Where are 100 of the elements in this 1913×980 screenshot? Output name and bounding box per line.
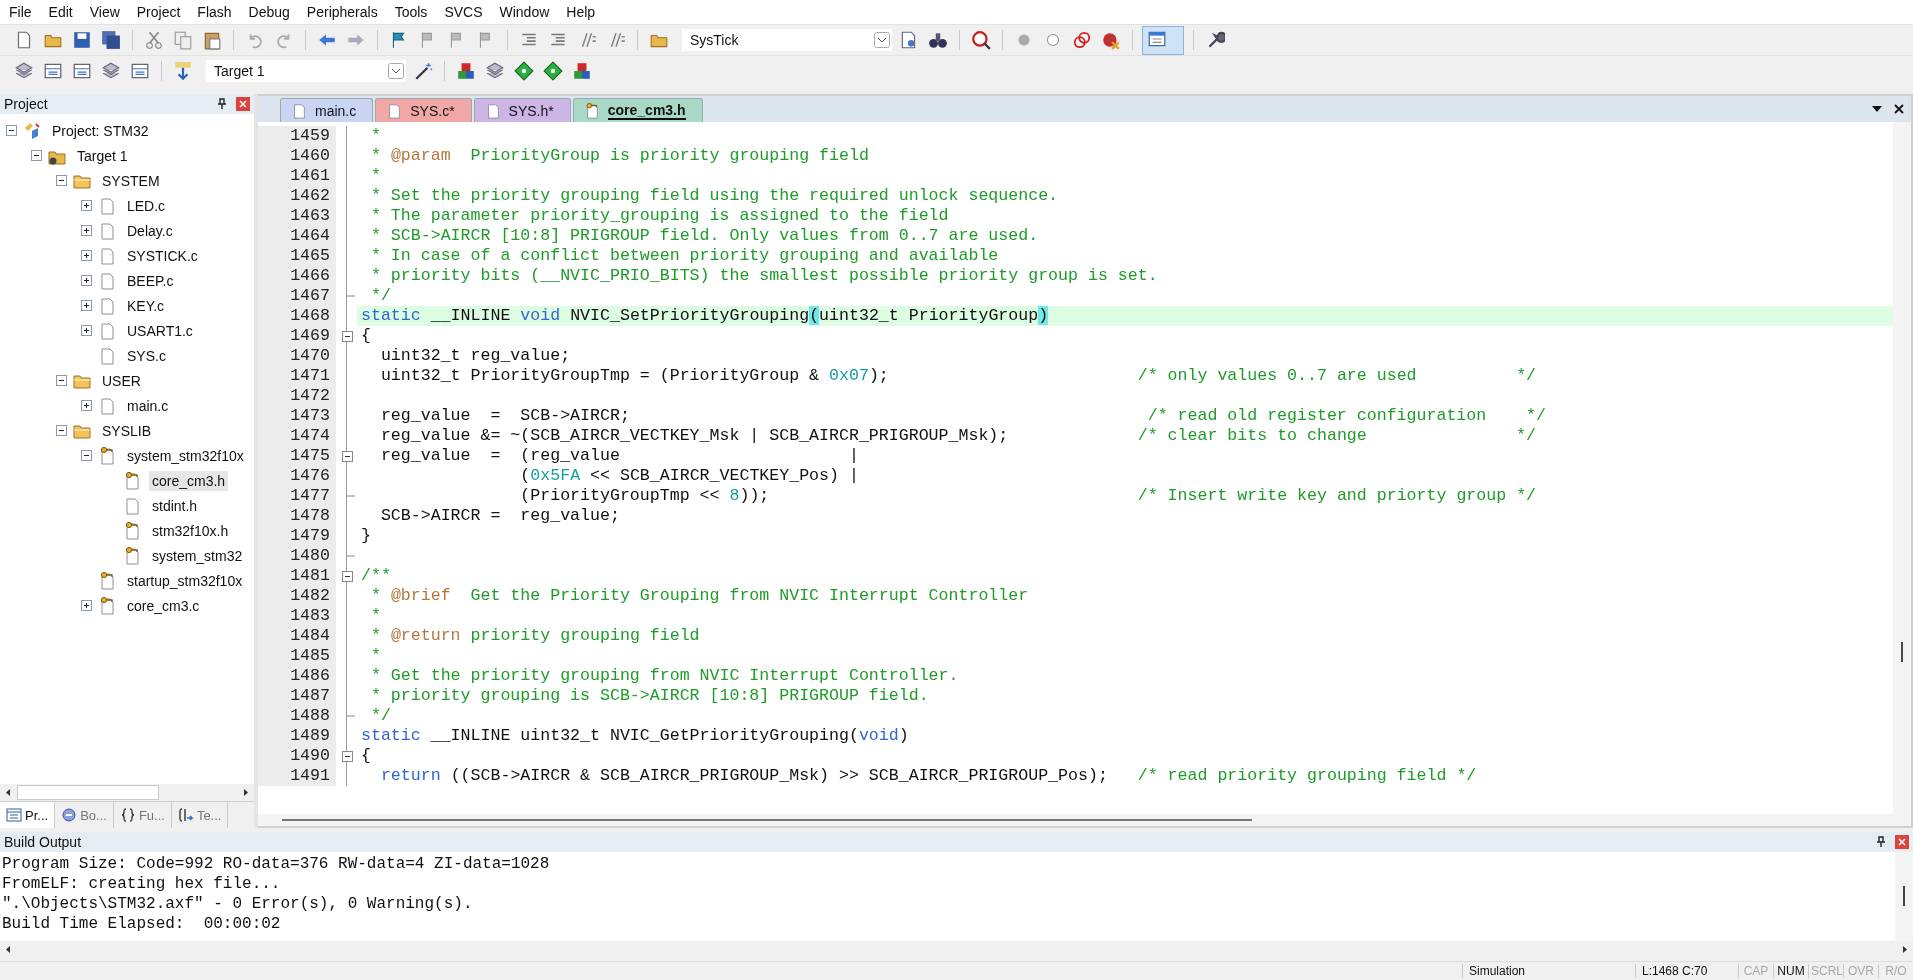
tree-item[interactable]: SYSTEM: [99, 170, 163, 191]
horizontal-scrollbar[interactable]: [0, 941, 1913, 958]
expand-toggle[interactable]: [81, 200, 92, 211]
braces-icon: [119, 807, 136, 823]
tree-item[interactable]: stm32f10x.h: [149, 520, 232, 541]
symbol-dropdown[interactable]: SysTick: [682, 29, 892, 51]
code-line: *: [369, 606, 381, 625]
project-icon: [23, 120, 41, 141]
panel-tab[interactable]: Pr...: [0, 802, 56, 828]
menu-item[interactable]: Debug: [241, 4, 300, 20]
fold-toggle[interactable]: [341, 570, 353, 582]
panel-tab[interactable]: Te...: [171, 802, 229, 828]
expand-toggle[interactable]: [81, 600, 92, 611]
vertical-scrollbar[interactable]: [1893, 122, 1911, 814]
expand-toggle[interactable]: [56, 375, 67, 386]
expand-toggle[interactable]: [31, 150, 42, 161]
expand-toggle[interactable]: [6, 125, 17, 136]
tree-item[interactable]: system_stm32: [149, 545, 246, 566]
tree-item[interactable]: BEEP.c: [124, 270, 177, 291]
code-line: reg_value &= ~(SCB_AIRCR_VECTKEY_Msk | SCB_AIRCR_PRIGROUP_Msk); /* clear bits to change */: [379, 426, 1537, 445]
tree-item[interactable]: Target 1: [74, 145, 131, 166]
menu-item[interactable]: Project: [129, 4, 191, 20]
panel-tab[interactable]: Fu...: [113, 802, 172, 828]
code-line: {: [361, 326, 371, 345]
key-file-icon: [583, 101, 600, 120]
tree-item[interactable]: core_cm3.c: [124, 595, 203, 616]
fold-toggle[interactable]: [341, 330, 353, 342]
tree-item[interactable]: core_cm3.h: [149, 470, 229, 491]
tree-item[interactable]: LED.c: [124, 195, 169, 216]
tree-item[interactable]: startup_stm32f10x: [124, 570, 246, 591]
expand-toggle[interactable]: [81, 225, 92, 236]
save-all-icon[interactable]: [99, 28, 123, 52]
vertical-scrollbar[interactable]: [1895, 852, 1913, 941]
menu-item[interactable]: Window: [492, 4, 560, 20]
menu-item[interactable]: Flash: [190, 4, 242, 20]
menu-item[interactable]: Tools: [387, 4, 438, 20]
fold-toggle[interactable]: [341, 450, 353, 462]
tree-item[interactable]: SYSLIB: [99, 420, 155, 441]
menu-item[interactable]: File: [2, 4, 42, 20]
line-number: 1467: [258, 286, 336, 306]
tree-item[interactable]: stdint.h: [149, 495, 201, 516]
output-line: FromELF: creating hex file...: [2, 874, 282, 894]
code-line: uint32_t reg_value;: [379, 346, 571, 365]
expand-toggle[interactable]: [56, 175, 67, 186]
target-dropdown[interactable]: Target 1: [206, 60, 406, 82]
code-line: }: [361, 526, 371, 545]
file-icon: [98, 270, 116, 291]
code-line: static __INLINE uint32_t NVIC_GetPriorityGrouping(void): [361, 726, 909, 745]
gem-icon[interactable]: [541, 59, 565, 83]
code-line: reg_value = SCB->AIRCR; /* read old register configuration */: [379, 406, 1546, 425]
code-line: * Set the priority grouping field using the required unlock sequence.: [369, 186, 1059, 205]
output-line: Program Size: Code=992 RO-data=376 RW-data=4 ZI-data=1028: [2, 854, 551, 874]
editor-tab[interactable]: core_cm3.h: [572, 98, 703, 122]
line-number: 1459: [258, 126, 336, 146]
expand-toggle[interactable]: [81, 400, 92, 411]
tree-item[interactable]: KEY.c: [124, 295, 168, 316]
expand-toggle[interactable]: [56, 425, 67, 436]
pin-icon[interactable]: [1875, 836, 1887, 848]
diamond-icon[interactable]: [512, 59, 536, 83]
tree-item[interactable]: Project: STM32: [49, 120, 152, 141]
tree-item[interactable]: system_stm32f10x: [124, 445, 247, 466]
code-line: (PriorityGroupTmp << 8)); /* Insert write key and priorty group */: [519, 486, 1537, 505]
close-icon[interactable]: [1893, 103, 1905, 115]
file-icon: [98, 195, 116, 216]
line-number: 1473: [258, 406, 336, 426]
editor-tab[interactable]: SYS.h*: [473, 98, 571, 122]
menu-item[interactable]: SVCS: [437, 4, 493, 20]
expand-toggle[interactable]: [81, 275, 92, 286]
status-indicator: OVR: [1843, 964, 1878, 978]
editor-tab[interactable]: main.c: [280, 98, 374, 122]
file-icon: [98, 345, 116, 366]
file-icon: [123, 495, 141, 516]
tree-item[interactable]: SYSTICK.c: [124, 245, 201, 266]
horizontal-scrollbar[interactable]: [0, 784, 254, 801]
expand-toggle[interactable]: [81, 325, 92, 336]
line-number: 1462: [258, 186, 336, 206]
tree-item[interactable]: USER: [99, 370, 144, 391]
status-indicator: R/O: [1878, 964, 1913, 978]
expand-toggle[interactable]: [81, 300, 92, 311]
menu-item[interactable]: Help: [559, 4, 606, 20]
editor-tab[interactable]: SYS.c*: [375, 98, 472, 122]
expand-toggle[interactable]: [81, 450, 92, 461]
tree-item[interactable]: SYS.c: [124, 345, 169, 366]
key-file-icon: [98, 595, 116, 616]
horizontal-scrollbar[interactable]: [258, 814, 1911, 826]
status-indicator: SCRL: [1808, 964, 1843, 978]
pin-icon[interactable]: [216, 98, 228, 110]
menu-item[interactable]: Edit: [41, 4, 83, 20]
line-number: 1475: [258, 446, 336, 466]
menu-item[interactable]: Peripherals: [299, 4, 388, 20]
tree-item[interactable]: USART1.c: [124, 320, 196, 341]
code-line: * @param PriorityGroup is priority grouping field: [369, 146, 869, 165]
line-number: 1484: [258, 626, 336, 646]
tree-item[interactable]: main.c: [124, 395, 172, 416]
tree-item[interactable]: Delay.c: [124, 220, 176, 241]
menu-item[interactable]: View: [82, 4, 130, 20]
line-number: 1491: [258, 766, 336, 786]
fold-toggle[interactable]: [341, 750, 353, 762]
expand-toggle[interactable]: [81, 250, 92, 261]
panel-tab[interactable]: Bo...: [55, 802, 114, 828]
